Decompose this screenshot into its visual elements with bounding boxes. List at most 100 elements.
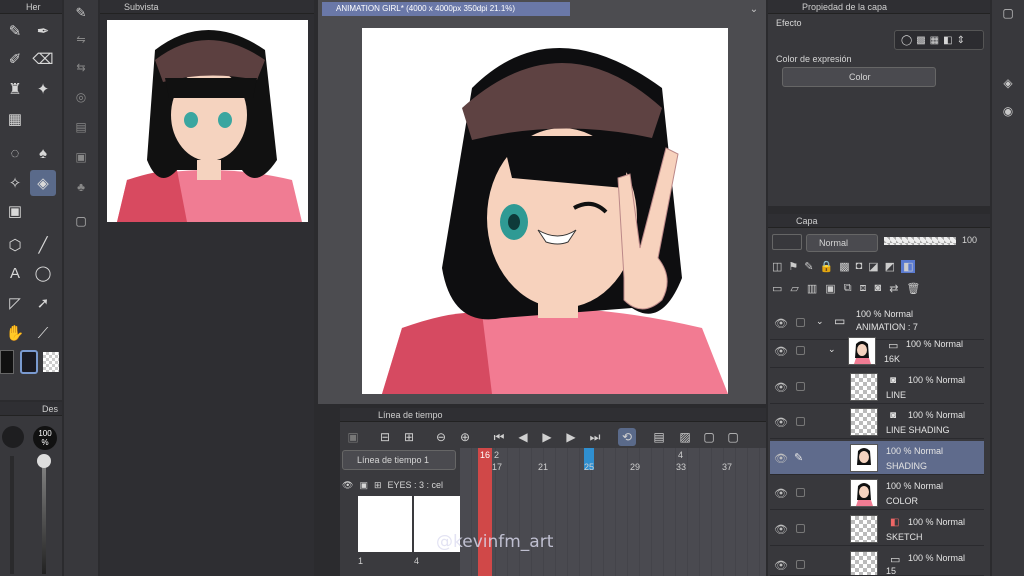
effect-chevron-icon[interactable]: ⇕ (957, 35, 965, 46)
cel-copy-icon[interactable]: ▢ (724, 428, 742, 446)
sparkle-icon[interactable]: ✦ (30, 76, 56, 102)
pen-nib-icon[interactable]: ✒ (30, 18, 56, 44)
eye-icon[interactable]: 👁 (774, 523, 788, 536)
expression-color-select[interactable]: Color (782, 67, 936, 87)
zoom-out-icon[interactable]: ⊖ (432, 428, 450, 446)
timeline-settings-icon[interactable]: ⊞ (400, 428, 418, 446)
track-add-icon[interactable]: ⊞ (374, 480, 382, 491)
pen-icon[interactable]: ✎ (2, 18, 28, 44)
lock-icon[interactable]: 🔒 (820, 260, 834, 273)
effect-buttons[interactable]: ◯ ▩ ▦ ◧ ⇕ (894, 30, 984, 50)
cel-thumbnail[interactable] (358, 496, 412, 552)
mask-effect-icon[interactable]: ◧ (943, 35, 952, 46)
balloon-icon[interactable]: ◯ (30, 260, 56, 286)
frame-grid[interactable] (460, 448, 766, 576)
layer-checkbox[interactable] (796, 524, 805, 533)
brush-preview-large[interactable] (2, 426, 24, 448)
line-icon[interactable]: ╱ (30, 232, 56, 258)
main-color-swatch[interactable] (0, 350, 14, 374)
navigator-icon[interactable]: ▢ (997, 4, 1019, 22)
new-raster-icon[interactable]: ▭ (772, 282, 782, 295)
specify-cel-icon[interactable]: ▨ (676, 428, 694, 446)
layer-checkbox[interactable] (796, 318, 805, 327)
track-eye-icon[interactable]: 👁 (342, 480, 353, 491)
move-icon[interactable]: ➚ (30, 290, 56, 316)
folder-expand-icon[interactable]: ⌄ (828, 344, 836, 355)
layer-checkbox[interactable] (796, 346, 805, 355)
layer-checkbox[interactable] (796, 417, 805, 426)
layer-checkbox[interactable] (796, 382, 805, 391)
brush-size-badge[interactable]: 100% (33, 426, 57, 450)
onion-skin-icon[interactable]: ▢ (700, 428, 718, 446)
chevron-down-icon[interactable]: ⌄ (746, 2, 762, 16)
grid-icon[interactable]: ▦ (2, 106, 28, 132)
new-folder-icon[interactable]: ▥ (807, 282, 817, 295)
eye-icon[interactable]: 👁 (774, 381, 788, 394)
trash-icon[interactable]: 🗑 (906, 282, 920, 295)
color-layer-icon[interactable]: ◧ (901, 259, 916, 273)
layer-row[interactable]: 👁 ▭ 100 % Normal 15 (770, 548, 984, 576)
mask-ruler-icon[interactable]: ◩ (885, 260, 895, 273)
eye-icon[interactable]: 👁 (774, 416, 788, 429)
timeline-select[interactable]: Línea de tiempo 1 (342, 450, 456, 470)
subview-preview[interactable] (107, 20, 308, 222)
lock-transparent-icon[interactable]: ▩ (839, 260, 849, 273)
eye-icon[interactable]: 👁 (774, 452, 788, 465)
copy-layer-icon[interactable]: ⧈ (860, 282, 867, 295)
folder-expand-icon[interactable]: ⌄ (816, 316, 824, 327)
transfer-icon[interactable]: ⇄ (889, 282, 898, 295)
text-icon[interactable]: A (2, 260, 28, 286)
drops-icon[interactable]: ♣ (69, 178, 93, 196)
next-frame-icon[interactable]: ▶ (562, 428, 580, 446)
layer-color-icon[interactable]: ▦ (930, 35, 939, 46)
eye-icon[interactable]: 👁 (774, 487, 788, 500)
layer-row[interactable]: 👁 ◙ 100 % Normal LINE (770, 370, 984, 404)
ruler-icon[interactable]: ◸ (2, 290, 28, 316)
magic-wand-icon[interactable]: ✧ (2, 170, 28, 196)
layer-type-toggle[interactable] (772, 234, 802, 250)
layer-checkbox[interactable] (796, 560, 805, 569)
edit-timeline-icon[interactable]: ⊟ (376, 428, 394, 446)
ruler-layer-icon[interactable]: ◪ (868, 260, 878, 273)
slider-icon[interactable]: ⇋ (69, 30, 93, 48)
blend-mode-select[interactable]: Normal (806, 234, 878, 252)
eyedropper-icon[interactable]: ⟋ (30, 320, 56, 346)
arrows-icon[interactable]: ⇆ (69, 58, 93, 76)
loop-icon[interactable]: ⟲ (618, 428, 636, 446)
bucket-icon[interactable]: ◈ (30, 170, 56, 196)
droplet-icon[interactable]: ♠ (30, 140, 56, 166)
opacity-value[interactable]: 100 (962, 235, 977, 245)
eraser-icon[interactable]: ⌫ (30, 46, 56, 72)
gradient-icon[interactable]: ▣ (2, 198, 28, 224)
track-lock-icon[interactable]: ▣ (359, 480, 368, 491)
drawing-canvas[interactable] (362, 28, 728, 394)
lasso-icon[interactable]: ◌ (2, 140, 28, 166)
hand-icon[interactable]: ✋ (2, 320, 28, 346)
canvas-tab[interactable]: ANIMATION GIRL* (4000 x 4000px 350dpi 21… (322, 2, 570, 16)
mask-icon[interactable]: ◘ (856, 260, 863, 272)
playhead-bar[interactable] (478, 448, 492, 576)
layer-row[interactable]: 👁 ◙ 100 % Normal LINE SHADING (770, 405, 984, 439)
last-frame-icon[interactable]: ⏭ (586, 428, 604, 446)
brush-size-slider[interactable] (42, 456, 46, 574)
transform-icon[interactable]: ⬡ (2, 232, 28, 258)
play-icon[interactable]: ▶ (538, 428, 556, 446)
merge-icon[interactable]: ⧉ (844, 282, 852, 295)
pencil-command-icon[interactable]: ✎ (69, 4, 93, 22)
tone-effect-icon[interactable]: ▩ (916, 35, 925, 46)
zoom-in-icon[interactable]: ⊕ (456, 428, 474, 446)
opacity-slider[interactable] (884, 237, 956, 245)
draft-icon[interactable]: ✎ (804, 260, 813, 273)
layer-stack-icon[interactable]: ▤ (69, 118, 93, 136)
layer-checkbox[interactable] (796, 488, 805, 497)
layers-icon[interactable]: ◈ (997, 74, 1019, 92)
transparent-color-swatch[interactable] (43, 352, 59, 372)
mask-add-icon[interactable]: ◙ (875, 282, 882, 294)
layer-row[interactable]: 👁 ⌄ ▭ 100 % Normal 16K (770, 334, 984, 368)
layer-search-icon[interactable]: ◉ (997, 102, 1019, 120)
layer-row[interactable]: 👁 ◧ 100 % Normal SKETCH (770, 512, 984, 546)
brush-size-slider-thumb[interactable] (37, 454, 51, 468)
border-effect-icon[interactable]: ◯ (901, 35, 912, 46)
new-vector-icon[interactable]: ▱ (790, 282, 798, 295)
sub-color-swatch[interactable] (20, 350, 38, 374)
